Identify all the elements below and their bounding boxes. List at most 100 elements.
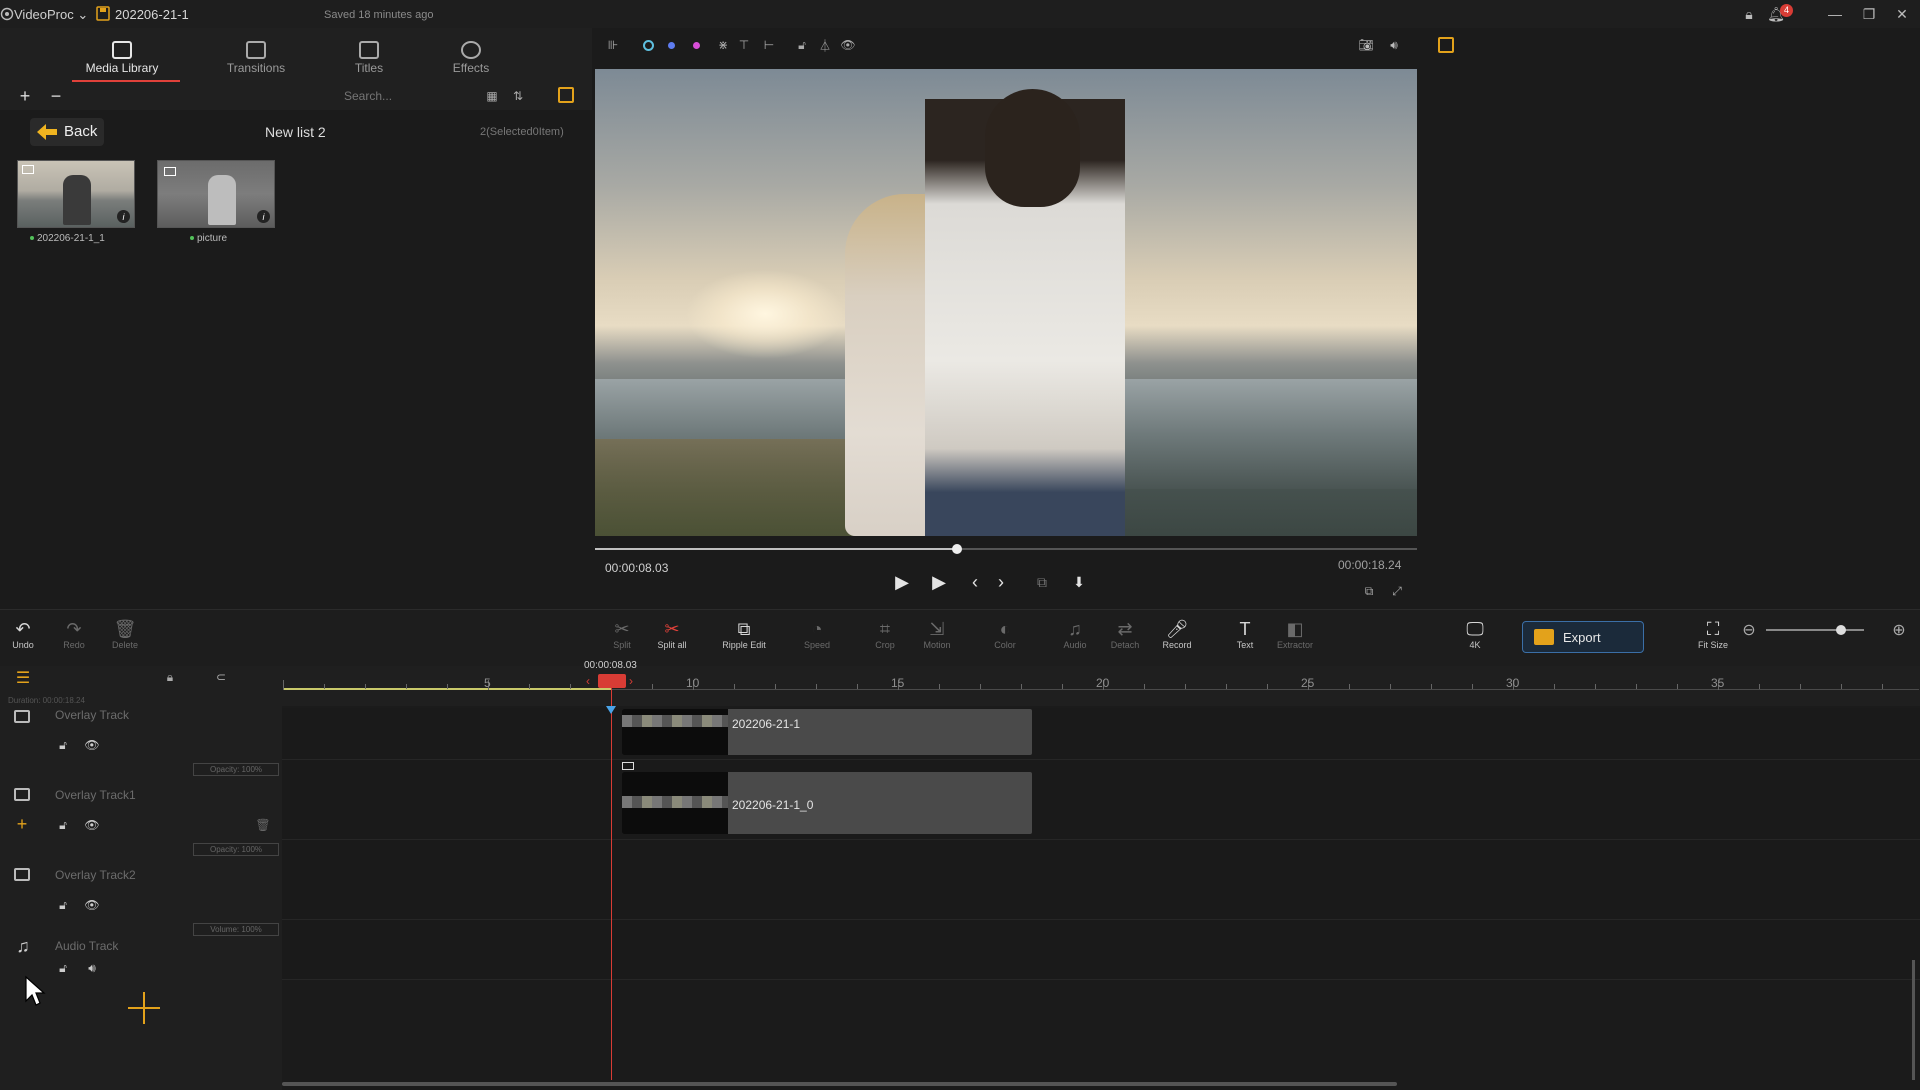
media-item-picture[interactable]: i xyxy=(157,160,275,228)
overlay-track2-row[interactable] xyxy=(282,840,1920,920)
delete-button[interactable]: 🗑︎ Delete xyxy=(102,618,148,650)
add-clip-plus-icon[interactable] xyxy=(126,990,162,1026)
visibility-eye-icon[interactable]: 👁︎ xyxy=(840,38,856,52)
fit-size-button[interactable]: ⛶ Fit Size xyxy=(1690,618,1736,650)
fullscreen-icon[interactable]: ⤢ xyxy=(1390,584,1404,598)
chevron-down-icon: ⌄ xyxy=(77,7,89,22)
detach-button[interactable]: ⇄ Detach xyxy=(1102,618,1148,650)
overlay-track-row[interactable] xyxy=(282,708,1920,760)
crop-button[interactable]: ⌗ Crop xyxy=(862,618,908,650)
4k-settings-button[interactable]: 🖵︎ 4K xyxy=(1452,618,1498,650)
close-icon[interactable]: ✕ xyxy=(1890,4,1914,24)
magnet-icon[interactable]: ⊂ xyxy=(213,669,229,685)
flip-icon[interactable]: ⏃ xyxy=(818,38,832,53)
play-button[interactable]: ▶ xyxy=(926,570,952,594)
tab-effects[interactable]: Effects xyxy=(416,41,526,75)
delete-track-icon[interactable]: 🗑︎ xyxy=(255,818,270,832)
list-title: New list 2 xyxy=(265,124,326,140)
info-icon[interactable]: i xyxy=(117,210,130,223)
track-eye-icon[interactable]: 👁︎ xyxy=(84,898,100,912)
media-item-video[interactable]: i xyxy=(17,160,135,228)
color-marker-blue-icon[interactable] xyxy=(668,42,675,49)
tab-transitions[interactable]: Transitions xyxy=(201,41,311,75)
sort-icon[interactable]: ⇅ xyxy=(510,88,526,104)
track-speaker-icon[interactable]: 🔊︎ xyxy=(84,961,100,975)
extractor-button[interactable]: ◧ Extractor xyxy=(1272,618,1318,650)
track-eye-icon[interactable]: 👁︎ xyxy=(84,738,100,752)
split-button[interactable]: ✂ Split xyxy=(599,618,645,650)
safe-zone-icon[interactable]: ⊪ xyxy=(606,38,620,52)
color-button[interactable]: ◐ Color xyxy=(982,618,1028,650)
info-icon[interactable]: i xyxy=(257,210,270,223)
align-icon[interactable]: ⊤ xyxy=(737,38,751,52)
ripple-edit-button[interactable]: ⧉ Ripple Edit xyxy=(714,618,774,650)
minimize-icon[interactable]: — xyxy=(1823,4,1847,24)
next-frame-icon[interactable]: › xyxy=(988,570,1014,594)
zoom-slider-track[interactable] xyxy=(1766,629,1864,631)
track-eye-icon[interactable]: 👁︎ xyxy=(84,818,100,832)
restore-icon[interactable]: ❐ xyxy=(1857,4,1881,24)
prev-frame-icon[interactable]: ‹ xyxy=(962,570,988,594)
pip-icon[interactable]: ⧉ xyxy=(1362,584,1376,598)
speed-button[interactable]: ◔ Speed xyxy=(794,618,840,650)
play-from-start-icon[interactable]: ▶ xyxy=(889,570,915,594)
text-button[interactable]: T Text xyxy=(1222,618,1268,650)
volume-icon[interactable]: 🔊︎ xyxy=(1386,38,1402,52)
zoom-slider-knob[interactable] xyxy=(1836,625,1846,635)
zoom-out-icon[interactable]: ⊖ xyxy=(1741,622,1757,639)
color-marker-pink-icon[interactable] xyxy=(693,42,700,49)
add-track-plus-icon[interactable]: + xyxy=(14,814,30,834)
zoom-in-icon[interactable]: ⊕ xyxy=(1891,622,1907,639)
lock-all-icon[interactable]: 🔒︎ xyxy=(162,669,178,685)
toggle-panel-icon[interactable] xyxy=(1438,37,1454,53)
lock-icon[interactable]: 🔒︎ xyxy=(1737,4,1761,24)
audio-button[interactable]: ♫ Audio xyxy=(1052,618,1098,650)
lock-layer-icon[interactable]: 🔓︎ xyxy=(795,38,809,52)
project-name[interactable]: 202206-21-1 xyxy=(115,7,189,22)
image-type-icon xyxy=(164,167,176,176)
playhead-right-arrow-icon[interactable]: › xyxy=(629,674,633,688)
app-menu-button[interactable]: VideoProc ⌄ xyxy=(14,7,88,23)
split-all-button[interactable]: ✂ Split all xyxy=(649,618,695,650)
selected-count: 2(Selected0Item) xyxy=(480,126,564,138)
distribute-icon[interactable]: ⊢ xyxy=(762,38,776,52)
opacity-tag[interactable]: Opacity: 100% xyxy=(193,763,279,776)
panel-layout-icon[interactable] xyxy=(558,87,574,103)
snap-icon[interactable]: ⋇ xyxy=(716,38,730,52)
playhead-left-arrow-icon[interactable]: ‹ xyxy=(586,674,590,688)
tab-titles[interactable]: Titles xyxy=(314,41,424,75)
grid-view-icon[interactable]: ▦ xyxy=(484,88,500,104)
track-lock-icon[interactable]: 🔓︎ xyxy=(56,738,70,752)
ruler-tick xyxy=(1390,684,1391,689)
ruler-tick xyxy=(1841,684,1842,689)
playhead-handle[interactable] xyxy=(598,674,626,688)
redo-button[interactable]: ↷ Redo xyxy=(51,618,97,650)
track-lock-icon[interactable]: 🔓︎ xyxy=(56,898,70,912)
undo-button[interactable]: ↶ Undo xyxy=(0,618,46,650)
record-button[interactable]: 🎤︎ Record xyxy=(1154,618,1200,650)
audio-track-row[interactable] xyxy=(282,920,1920,980)
video-preview[interactable] xyxy=(595,69,1417,536)
track-lock-icon[interactable]: 🔓︎ xyxy=(56,961,70,975)
track-lock-icon[interactable]: 🔓︎ xyxy=(56,818,70,832)
timeline-clip[interactable]: 202206-21-1_0 xyxy=(622,772,1032,834)
add-media-icon[interactable]: + xyxy=(14,86,36,106)
overlay-track1-row[interactable] xyxy=(282,760,1920,840)
vertical-scrollbar[interactable] xyxy=(1912,960,1915,1080)
ruler-label: 10 xyxy=(686,676,700,690)
search-input[interactable] xyxy=(344,86,464,106)
remove-media-icon[interactable]: − xyxy=(45,86,67,106)
horizontal-scrollbar[interactable] xyxy=(282,1082,1397,1086)
opacity-tag[interactable]: Opacity: 100% xyxy=(193,843,279,856)
playback-progress-knob[interactable] xyxy=(951,544,962,554)
volume-tag[interactable]: Volume: 100% xyxy=(193,923,279,936)
crop-frame-icon[interactable]: ⧉ xyxy=(1029,570,1055,594)
snapshot-camera-icon[interactable]: 📷︎ xyxy=(1358,38,1374,52)
color-marker-cyan-icon[interactable] xyxy=(643,40,654,51)
timeline-clip[interactable]: 202206-21-1 xyxy=(622,709,1032,755)
add-marker-icon[interactable]: ⬇ xyxy=(1066,570,1092,594)
export-icon xyxy=(1534,629,1554,645)
tab-media-library[interactable]: Media Library xyxy=(67,41,177,75)
add-track-icon[interactable]: ☰ xyxy=(12,669,34,687)
motion-button[interactable]: ⇲ Motion xyxy=(914,618,960,650)
